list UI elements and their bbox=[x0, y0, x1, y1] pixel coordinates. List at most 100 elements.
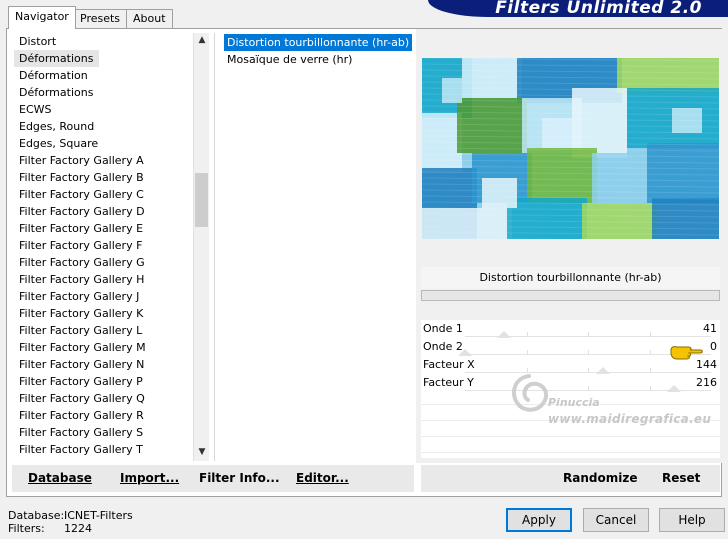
category-item[interactable]: Filter Factory Gallery F bbox=[14, 237, 194, 254]
parameter-slider-thumb[interactable] bbox=[458, 349, 472, 356]
category-item-label: Filter Factory Gallery F bbox=[19, 239, 143, 252]
import-label: Import... bbox=[120, 471, 180, 485]
category-scrollbar[interactable]: ▲ ▼ bbox=[193, 33, 209, 461]
category-item-label: Edges, Round bbox=[19, 120, 95, 133]
preview-tile bbox=[422, 113, 462, 173]
category-item[interactable]: Filter Factory Gallery A bbox=[14, 152, 194, 169]
filter-item[interactable]: Distortion tourbillonnante (hr-ab) bbox=[224, 34, 414, 51]
category-item-label: Déformation bbox=[19, 69, 88, 82]
category-item[interactable]: Filter Factory Gallery K bbox=[14, 305, 194, 322]
category-item[interactable]: Filter Factory Gallery G bbox=[14, 254, 194, 271]
category-item[interactable]: Filter Factory Gallery L bbox=[14, 322, 194, 339]
progress-bar bbox=[421, 290, 720, 301]
filters-info-value: 1224 bbox=[64, 522, 92, 535]
category-item[interactable]: Distort bbox=[14, 33, 194, 50]
category-item[interactable]: Déformations bbox=[14, 50, 194, 67]
category-item-label: Edges, Square bbox=[19, 137, 99, 150]
category-item[interactable]: Filter Factory Gallery M bbox=[14, 339, 194, 356]
category-item-label: Filter Factory Gallery R bbox=[19, 409, 144, 422]
category-item[interactable]: Filter Factory Gallery N bbox=[14, 356, 194, 373]
cancel-button[interactable]: Cancel bbox=[583, 508, 649, 532]
parameter-label: Onde 2 bbox=[423, 340, 463, 353]
parameter-value[interactable]: 41 bbox=[703, 322, 717, 335]
category-item-label: Filter Factory Gallery H bbox=[19, 273, 145, 286]
category-item-label: Filter Factory Gallery Q bbox=[19, 392, 145, 405]
category-item-label: Filter Factory Gallery N bbox=[19, 358, 145, 371]
preview-tile bbox=[647, 143, 719, 203]
database-info-value: ICNET-Filters bbox=[64, 509, 133, 522]
category-item-label: Filter Factory Gallery J bbox=[19, 290, 140, 303]
category-item-label: Déformations bbox=[19, 86, 94, 99]
category-item[interactable]: Filter Factory Gallery C bbox=[14, 186, 194, 203]
category-item-label: Filter Factory Gallery K bbox=[19, 307, 144, 320]
category-item-label: Filter Factory Gallery L bbox=[19, 324, 143, 337]
category-item[interactable]: Edges, Square bbox=[14, 135, 194, 152]
category-item[interactable]: Filter Factory Gallery E bbox=[14, 220, 194, 237]
tab-about[interactable]: About bbox=[126, 9, 173, 29]
category-item[interactable]: Filter Factory Gallery R bbox=[14, 407, 194, 424]
category-item[interactable]: Filter Factory Gallery S bbox=[14, 424, 194, 441]
slider-tick bbox=[649, 350, 651, 355]
list-divider bbox=[214, 33, 215, 461]
reset-button[interactable]: Reset bbox=[662, 471, 700, 485]
category-item[interactable]: Filter Factory Gallery J bbox=[14, 288, 194, 305]
category-item-label: Filter Factory Gallery P bbox=[19, 375, 143, 388]
category-item-label: Filter Factory Gallery U bbox=[14, 458, 194, 461]
slider-tick bbox=[649, 332, 651, 337]
scrollbar-thumb[interactable] bbox=[195, 173, 208, 227]
preview-tile bbox=[617, 58, 719, 93]
category-item[interactable]: Filter Factory Gallery P bbox=[14, 373, 194, 390]
slider-tick bbox=[526, 350, 528, 355]
parameter-value[interactable]: 0 bbox=[710, 340, 717, 353]
parameter-label: Facteur X bbox=[423, 358, 475, 371]
navigator-toolbar: Database Import... Filter Info... Editor… bbox=[12, 465, 414, 492]
category-item[interactable]: Edges, Round bbox=[14, 118, 194, 135]
slider-tick bbox=[588, 350, 589, 355]
slider-tick bbox=[588, 332, 589, 337]
filter-item-label: Distortion tourbillonnante (hr-ab) bbox=[224, 34, 413, 51]
category-item[interactable]: Filter Factory Gallery U bbox=[14, 458, 194, 461]
watermark-swirl-icon bbox=[512, 374, 549, 412]
watermark-name: Pinuccia bbox=[548, 396, 600, 409]
category-item[interactable]: Filter Factory Gallery Q bbox=[14, 390, 194, 407]
category-list[interactable]: Distort Déformations Déformation Déformatio… bbox=[14, 33, 194, 461]
randomize-button[interactable]: Randomize bbox=[563, 471, 637, 485]
filter-item[interactable]: Mosaïque de verre (hr) bbox=[224, 51, 414, 68]
preview-tile bbox=[422, 208, 512, 239]
scroll-down-arrow-icon[interactable]: ▼ bbox=[194, 445, 210, 461]
database-button[interactable]: Database bbox=[28, 471, 92, 485]
scroll-up-arrow-icon[interactable]: ▲ bbox=[194, 33, 210, 49]
tab-navigator[interactable]: Navigator bbox=[8, 6, 76, 29]
app-banner-title: Filters Unlimited 2.0 bbox=[428, 0, 728, 17]
parameter-label: Onde 1 bbox=[423, 322, 463, 335]
category-item[interactable]: Filter Factory Gallery T bbox=[14, 441, 194, 458]
category-item[interactable]: Filter Factory Gallery H bbox=[14, 271, 194, 288]
parameter-toolbar: Randomize Reset bbox=[421, 465, 720, 492]
help-button[interactable]: Help bbox=[659, 508, 725, 532]
category-item-label: Filter Factory Gallery E bbox=[19, 222, 144, 235]
filter-list[interactable]: Distortion tourbillonnante (hr-ab) Mosaïq… bbox=[224, 34, 414, 68]
parameter-slider-thumb[interactable] bbox=[497, 331, 512, 338]
parameter-row: Onde 1 41 bbox=[421, 320, 720, 338]
filter-preview-image bbox=[422, 58, 719, 239]
category-item[interactable]: ECWS bbox=[14, 101, 194, 118]
category-item-label: Filter Factory Gallery B bbox=[19, 171, 144, 184]
current-filter-name: Distortion tourbillonnante (hr-ab) bbox=[421, 267, 720, 289]
category-item[interactable]: Filter Factory Gallery B bbox=[14, 169, 194, 186]
apply-button[interactable]: Apply bbox=[506, 508, 572, 532]
editor-button[interactable]: Editor... bbox=[296, 471, 349, 485]
import-button[interactable]: Import... bbox=[120, 471, 179, 485]
pointing-hand-icon bbox=[670, 346, 703, 360]
database-label: Database bbox=[28, 471, 92, 485]
preview-tile bbox=[527, 148, 597, 203]
category-item-label: Filter Factory Gallery S bbox=[19, 426, 144, 439]
watermark-url: www.maidiregrafica.eu bbox=[548, 412, 712, 426]
category-item[interactable]: Déformations bbox=[14, 84, 194, 101]
filter-info-button[interactable]: Filter Info... bbox=[199, 471, 280, 485]
tab-presets[interactable]: Presets bbox=[73, 9, 128, 29]
slider-tick bbox=[526, 332, 528, 337]
category-item[interactable]: Déformation bbox=[14, 67, 194, 84]
category-item-label: Filter Factory Gallery T bbox=[19, 443, 143, 456]
category-item[interactable]: Filter Factory Gallery D bbox=[14, 203, 194, 220]
parameter-label: Facteur Y bbox=[423, 376, 474, 389]
